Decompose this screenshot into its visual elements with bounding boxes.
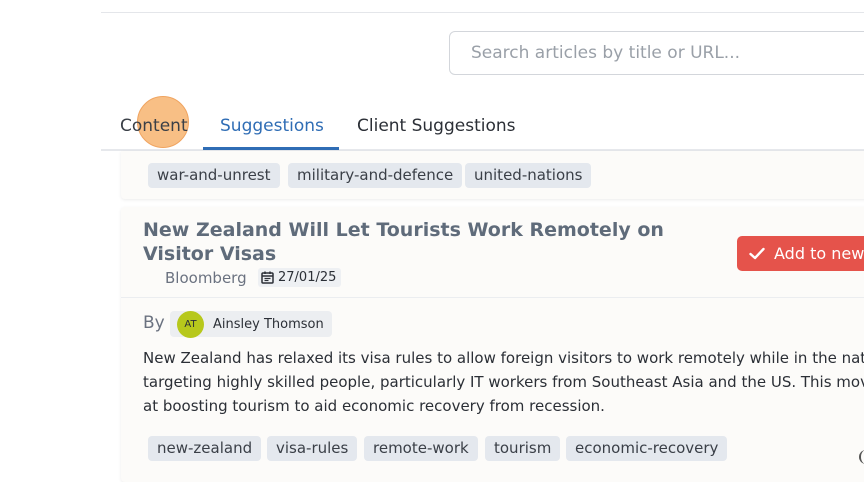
tab-content[interactable]: Content: [120, 116, 188, 136]
previous-article-card: war-and-unrest military-and-defence unit…: [121, 151, 864, 199]
author-avatar: AT: [177, 310, 204, 338]
divider: [121, 297, 864, 298]
tab-bar: Content Suggestions Client Suggestions: [101, 96, 864, 151]
tag[interactable]: economic-recovery: [566, 436, 728, 461]
top-toolbar: [101, 0, 864, 13]
author-name: Ainsley Thomson: [213, 316, 324, 332]
tag[interactable]: united-nations: [465, 163, 592, 188]
add-to-news-label: Add to news: [774, 244, 864, 263]
article-source: Bloomberg: [165, 269, 247, 287]
description-line: New Zealand has relaxed its visa rules t…: [143, 349, 864, 367]
tag[interactable]: new-zealand: [148, 436, 262, 461]
add-to-news-button[interactable]: Add to news: [737, 236, 864, 271]
tag[interactable]: remote-work: [364, 436, 478, 461]
date-badge: 27/01/25: [258, 268, 342, 287]
tag[interactable]: tourism: [485, 436, 561, 461]
tab-suggestions[interactable]: Suggestions: [220, 116, 324, 136]
article-card: New Zealand Will Let Tourists Work Remot…: [121, 207, 864, 482]
article-title[interactable]: New Zealand Will Let Tourists Work Remot…: [143, 218, 713, 266]
article-date: 27/01/25: [278, 270, 337, 285]
author-chip[interactable]: AT Ainsley Thomson: [170, 310, 332, 338]
tab-client-suggestions[interactable]: Client Suggestions: [357, 116, 516, 136]
description-line: targeting highly skilled people, particu…: [143, 373, 864, 391]
tag[interactable]: military-and-defence: [288, 163, 463, 188]
article-description: New Zealand has relaxed its visa rules t…: [143, 346, 864, 418]
by-label: By: [143, 313, 165, 333]
calendar-icon: [261, 271, 274, 284]
description-line: at boosting tourism to aid economic reco…: [143, 397, 605, 415]
tag[interactable]: visa-rules: [267, 436, 358, 461]
search-input[interactable]: [449, 31, 864, 75]
active-tab-indicator: [203, 147, 339, 150]
tag[interactable]: war-and-unrest: [148, 163, 280, 188]
checkmark-icon: [749, 247, 765, 260]
